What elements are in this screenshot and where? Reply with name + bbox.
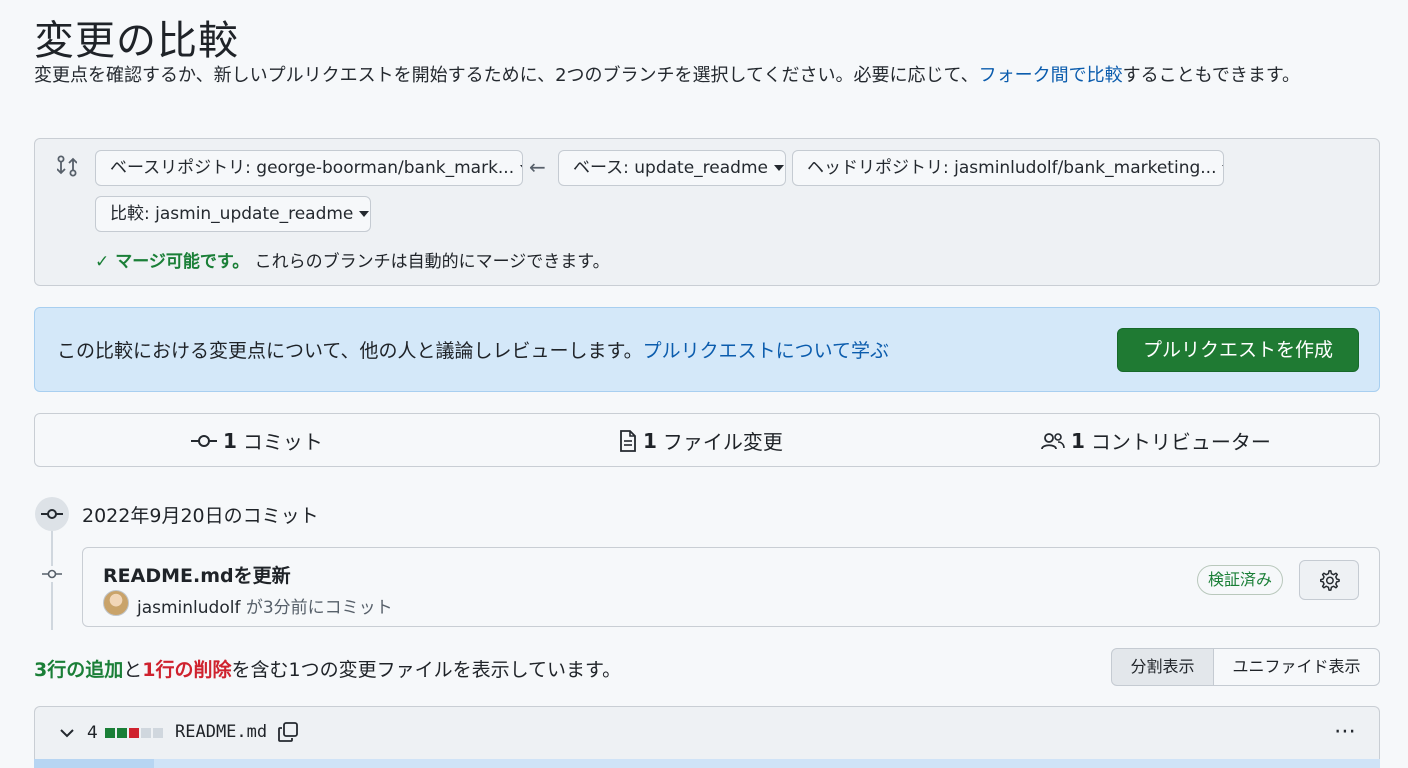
- diffstat-add-block: [117, 728, 127, 738]
- diffstat-bar: [105, 728, 163, 738]
- diff-content-strip: [34, 759, 1380, 768]
- diff-summary: 3行の追加と1行の削除を含む1つの変更ファイルを表示しています。: [34, 655, 621, 682]
- base-repository-select[interactable]: ベースリポジトリ: george-boorman/bank_mark...: [95, 150, 523, 186]
- commit-icon: [41, 509, 63, 519]
- merge-status-strong: マージ可能です。: [115, 252, 250, 272]
- pull-request-info-banner: この比較における変更点について、他の人と議論しレビューします。プルリクエストにつ…: [34, 307, 1380, 392]
- summary-rest: を含む1つの変更ファイルを表示しています。: [231, 659, 622, 681]
- contributors-count: 1: [1071, 428, 1085, 453]
- base-branch-label: ベース: update_readme: [573, 158, 768, 178]
- files-count: 1: [643, 428, 657, 453]
- verified-badge[interactable]: 検証済み: [1197, 565, 1284, 595]
- summary-and: と: [123, 659, 143, 681]
- compare-branch-label: 比較: jasmin_update_readme: [110, 204, 354, 224]
- avatar[interactable]: [103, 590, 129, 616]
- commit-icon: [191, 434, 217, 447]
- files-changed-tab[interactable]: 1 ファイル変更: [619, 426, 783, 455]
- commit-time: が3分前にコミット: [240, 598, 393, 618]
- check-icon: ✓: [95, 252, 110, 272]
- chevron-down-icon: [773, 165, 784, 171]
- kebab-icon[interactable]: ⋯: [1334, 719, 1357, 744]
- commits-count: 1: [223, 428, 237, 453]
- additions-count: 3行の追加: [34, 659, 124, 681]
- commit-author-link[interactable]: jasminludolf: [137, 598, 240, 618]
- diffstat-add-block: [105, 728, 115, 738]
- commit-node-icon: [42, 566, 62, 582]
- chevron-down-icon: [359, 211, 370, 217]
- file-change-count: 4: [87, 723, 98, 743]
- diff-gutter-strip: [34, 759, 154, 768]
- merge-status: ✓ マージ可能です。 これらのブランチは自動的にマージできます。: [95, 247, 610, 272]
- gear-icon: [1320, 570, 1340, 591]
- head-repository-label: ヘッドリポジトリ: jasminludolf/bank_marketing...: [807, 158, 1217, 178]
- merge-status-text: これらのブランチは自動的にマージできます。: [254, 252, 610, 272]
- head-repository-select[interactable]: ヘッドリポジトリ: jasminludolf/bank_marketing...: [792, 150, 1224, 186]
- commits-label: コミット: [242, 430, 323, 454]
- compare-across-forks-link[interactable]: フォーク間で比較: [979, 65, 1123, 86]
- copy-icon[interactable]: [277, 721, 299, 743]
- diffstat-neutral-block: [141, 728, 151, 738]
- contributors-label: コントリビューター: [1090, 430, 1271, 454]
- page-description: 変更点を確認するか、新しいプルリクエストを開始するために、2つのブランチを選択し…: [34, 62, 1374, 90]
- arrow-left-icon: ←: [529, 155, 546, 179]
- range-editor: ベースリポジトリ: george-boorman/bank_mark... ← …: [34, 138, 1380, 286]
- create-pull-request-button[interactable]: プルリクエストを作成: [1117, 328, 1359, 372]
- chevron-down-icon[interactable]: [59, 727, 75, 739]
- compare-icon: [57, 155, 77, 177]
- compare-stats-bar: 1 コミット 1 ファイル変更 1 コントリビューター: [34, 413, 1380, 467]
- chevron-down-icon: [1222, 165, 1223, 171]
- files-label: ファイル変更: [662, 430, 783, 454]
- file-icon: [620, 429, 636, 452]
- description-text: 変更点を確認するか、新しいプルリクエストを開始するために、2つのブランチを選択し…: [34, 65, 979, 86]
- commit-group-icon: [35, 497, 69, 531]
- file-name-link[interactable]: README.md: [175, 722, 267, 742]
- commit-message-link[interactable]: README.mdを更新: [103, 561, 291, 588]
- commit-icon: [42, 569, 62, 579]
- info-text: この比較における変更点について、他の人と議論しレビューします。プルリクエストにつ…: [57, 336, 889, 363]
- compare-page: 変更の比較 変更点を確認するか、新しいプルリクエストを開始するために、2つのブラ…: [0, 0, 1408, 768]
- split-view-button[interactable]: 分割表示: [1111, 648, 1214, 686]
- commit-item: README.mdを更新 jasminludolf が3分前にコミット 検証済み: [82, 547, 1380, 627]
- learn-about-pull-requests-link[interactable]: プルリクエストについて学ぶ: [643, 340, 889, 362]
- contributors-tab[interactable]: 1 コントリビューター: [1041, 426, 1271, 455]
- deletions-count: 1行の削除: [142, 659, 232, 681]
- page-title: 変更の比較: [34, 18, 239, 64]
- unified-view-button[interactable]: ユニファイド表示: [1213, 648, 1380, 686]
- base-repository-label: ベースリポジトリ: george-boorman/bank_mark...: [110, 158, 515, 178]
- commits-tab[interactable]: 1 コミット: [191, 426, 323, 455]
- info-message: この比較における変更点について、他の人と議論しレビューします。: [57, 340, 643, 362]
- compare-branch-select[interactable]: 比較: jasmin_update_readme: [95, 196, 371, 232]
- description-tail: することもできます。: [1122, 65, 1301, 86]
- base-branch-select[interactable]: ベース: update_readme: [558, 150, 786, 186]
- commit-date-heading: 2022年9月20日のコミット: [82, 505, 319, 527]
- diffstat-delete-block: [129, 728, 139, 738]
- commit-meta: jasminludolf が3分前にコミット: [137, 593, 393, 618]
- chevron-down-icon: [520, 165, 522, 171]
- people-icon: [1041, 432, 1065, 449]
- diffstat-neutral-block: [153, 728, 163, 738]
- commit-settings-button[interactable]: [1299, 560, 1359, 600]
